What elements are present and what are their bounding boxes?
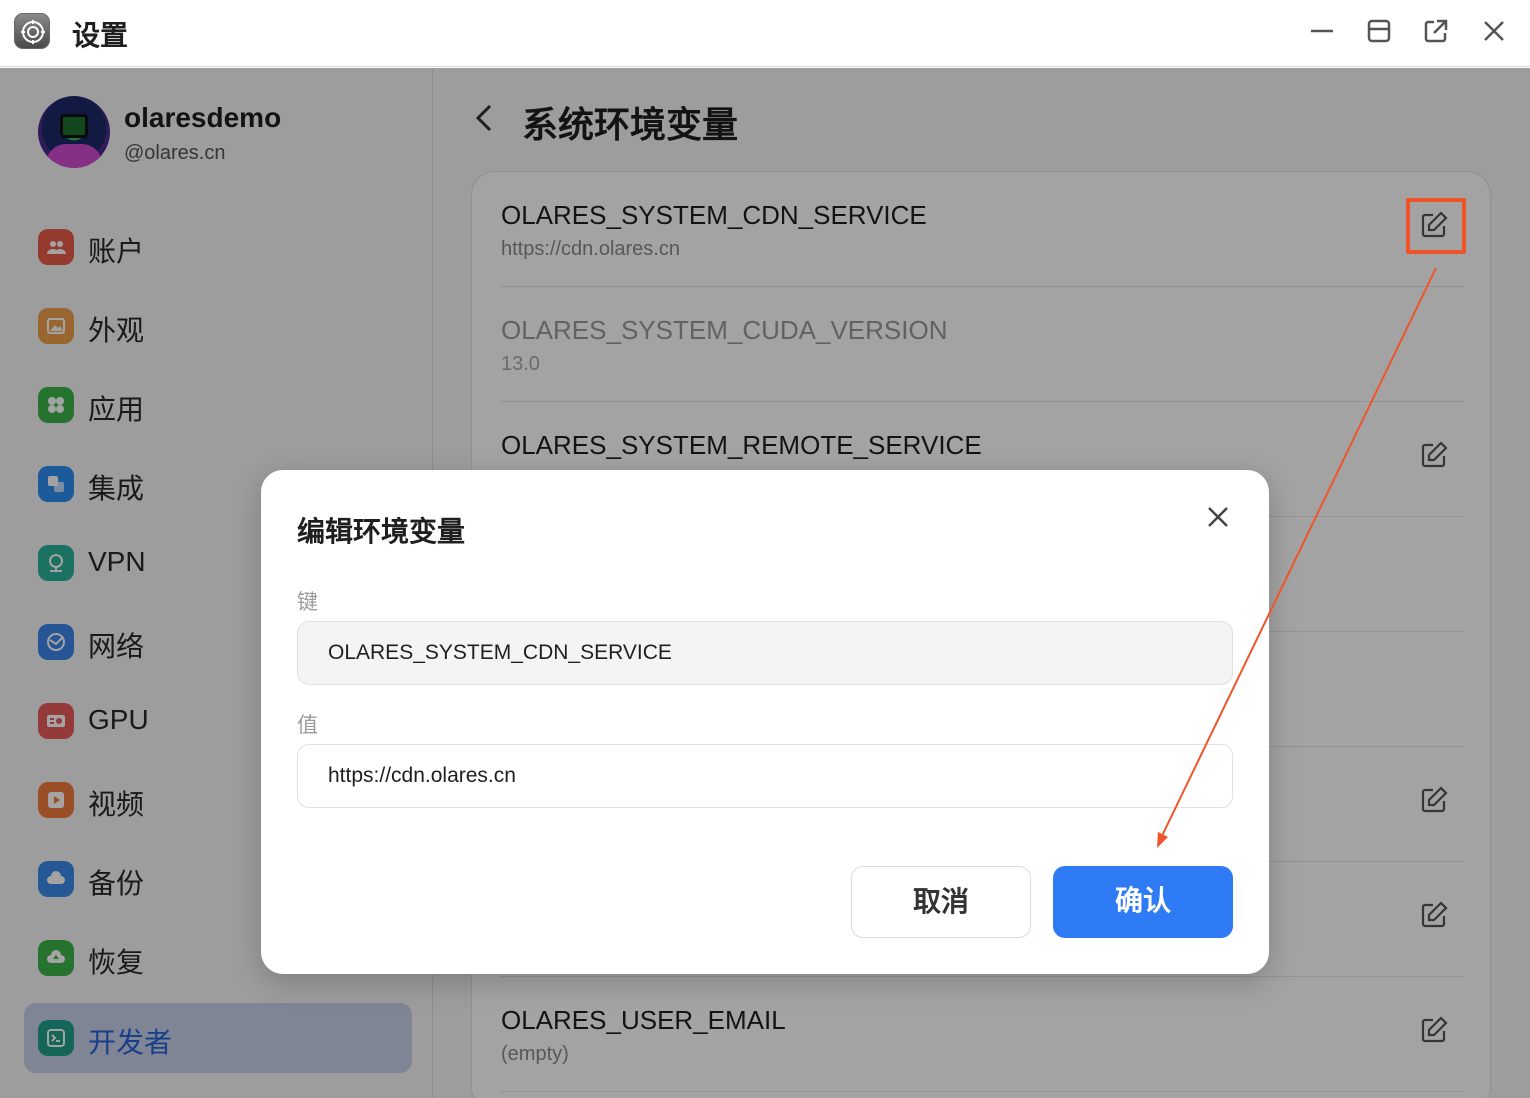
close-icon[interactable] <box>1203 502 1233 532</box>
edit-env-var-dialog: 编辑环境变量 键 OLARES_SYSTEM_CDN_SERVICE 值 htt… <box>261 470 1269 974</box>
open-external-icon[interactable] <box>1421 16 1451 46</box>
maximize-icon[interactable] <box>1364 16 1394 46</box>
dialog-title: 编辑环境变量 <box>297 516 466 547</box>
title-bar: 设置 <box>0 0 1530 67</box>
key-label: 键 <box>297 591 318 614</box>
minimize-icon[interactable] <box>1307 16 1337 46</box>
value-input[interactable]: https://cdn.olares.cn <box>297 744 1233 808</box>
key-field: OLARES_SYSTEM_CDN_SERVICE <box>297 621 1233 685</box>
confirm-button[interactable]: 确认 <box>1053 866 1233 938</box>
window-title: 设置 <box>72 20 129 51</box>
settings-app-icon <box>14 13 50 49</box>
cancel-button[interactable]: 取消 <box>851 866 1031 938</box>
value-label: 值 <box>297 714 318 737</box>
close-icon[interactable] <box>1479 16 1509 46</box>
annotation-highlight-box <box>1406 198 1466 254</box>
